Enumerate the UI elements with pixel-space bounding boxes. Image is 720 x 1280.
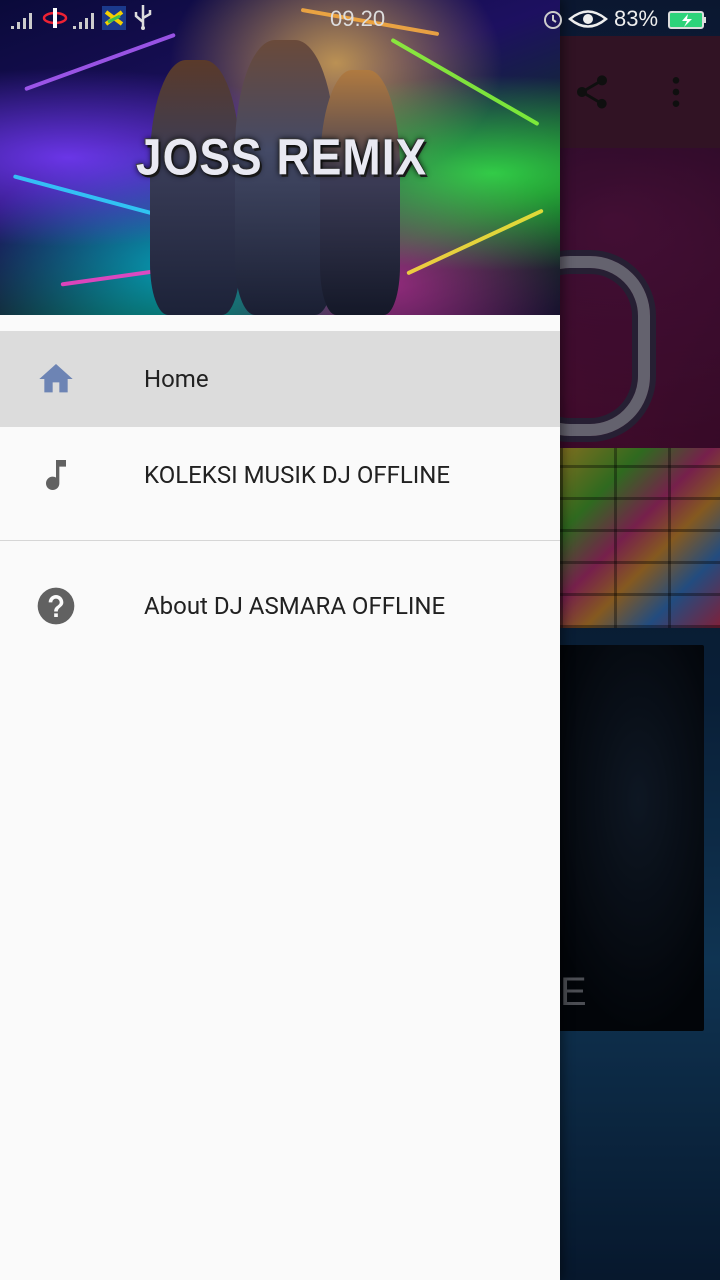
eye-comfort-icon — [568, 6, 608, 30]
carrier-logo-icon — [42, 6, 68, 30]
drawer-header-image: JOSS REMIX — [0, 0, 560, 315]
status-bar: 09.20 83% — [0, 0, 720, 36]
navigation-drawer: JOSS REMIX Home KOLEKSI MUSIK DJ OFFLINE… — [0, 0, 560, 1280]
alarm-icon — [542, 6, 564, 30]
drawer-item-label: KOLEKSI MUSIK DJ OFFLINE — [144, 461, 451, 489]
home-icon — [34, 357, 78, 401]
drawer-scrim[interactable] — [560, 36, 720, 1280]
battery-charging-icon — [668, 6, 708, 30]
header-logo-text: JOSS REMIX — [136, 128, 428, 186]
signal-2-icon — [72, 6, 98, 30]
drawer-divider — [0, 540, 560, 541]
drawer-item-label: Home — [144, 365, 209, 393]
drawer-item-label: About DJ ASMARA OFFLINE — [144, 592, 446, 620]
drawer-item-home[interactable]: Home — [0, 331, 560, 427]
drawer-item-about[interactable]: About DJ ASMARA OFFLINE — [0, 558, 560, 654]
music-note-icon — [34, 453, 78, 497]
usb-icon — [132, 5, 154, 30]
drawer-menu: Home KOLEKSI MUSIK DJ OFFLINE About DJ A… — [0, 331, 560, 654]
drawer-item-koleksi-musik[interactable]: KOLEKSI MUSIK DJ OFFLINE — [0, 427, 560, 523]
signal-icon — [10, 6, 36, 30]
battery-percent: 83% — [614, 6, 659, 31]
status-time: 09.20 — [330, 6, 386, 31]
carrier-2-logo-icon — [102, 6, 126, 30]
help-icon — [34, 584, 78, 628]
